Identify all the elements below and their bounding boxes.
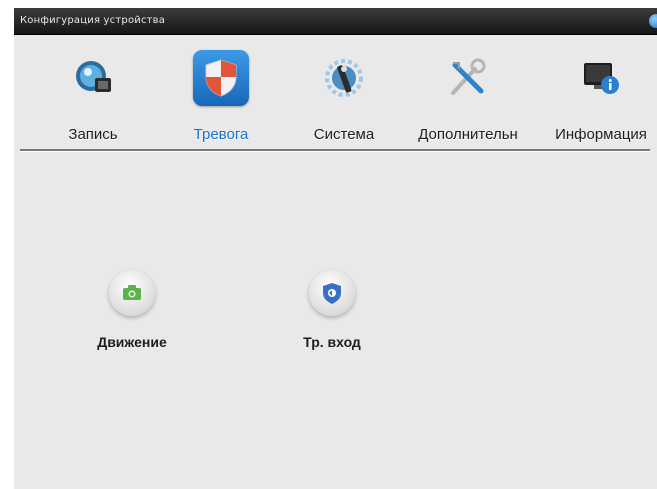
tab-alarm[interactable]: Тревога — [156, 42, 286, 150]
tab-divider — [20, 149, 650, 151]
motion-detection-item[interactable]: Движение — [62, 270, 202, 360]
record-icon — [65, 50, 121, 106]
system-icon — [316, 50, 372, 106]
alarm-input-icon — [309, 270, 355, 316]
tools-icon — [440, 50, 496, 106]
tab-system[interactable]: Система — [279, 42, 409, 150]
motion-camera-icon — [109, 270, 155, 316]
alarm-input-item[interactable]: Тр. вход — [262, 270, 402, 360]
tab-label: Информация — [555, 126, 647, 143]
item-label: Тр. вход — [303, 334, 361, 350]
alarm-shield-icon — [193, 50, 249, 106]
tab-label: Система — [313, 126, 375, 143]
tab-label: Тревога — [193, 126, 249, 143]
tab-label: Запись — [68, 126, 118, 143]
tab-record[interactable]: Запись — [28, 42, 158, 150]
title-bar: Конфигурация устройства — [14, 8, 657, 35]
tab-info[interactable]: Информация — [542, 42, 657, 150]
tab-label: Дополнительн — [418, 126, 518, 143]
tab-advanced[interactable]: Дополнительн — [403, 42, 533, 150]
item-label: Движение — [97, 334, 167, 350]
window-corner-icon[interactable] — [649, 14, 657, 28]
device-config-window: Конфигурация устройства Запись Тревога С… — [14, 8, 657, 489]
info-monitor-icon — [573, 50, 629, 106]
window-title: Конфигурация устройства — [20, 15, 166, 26]
